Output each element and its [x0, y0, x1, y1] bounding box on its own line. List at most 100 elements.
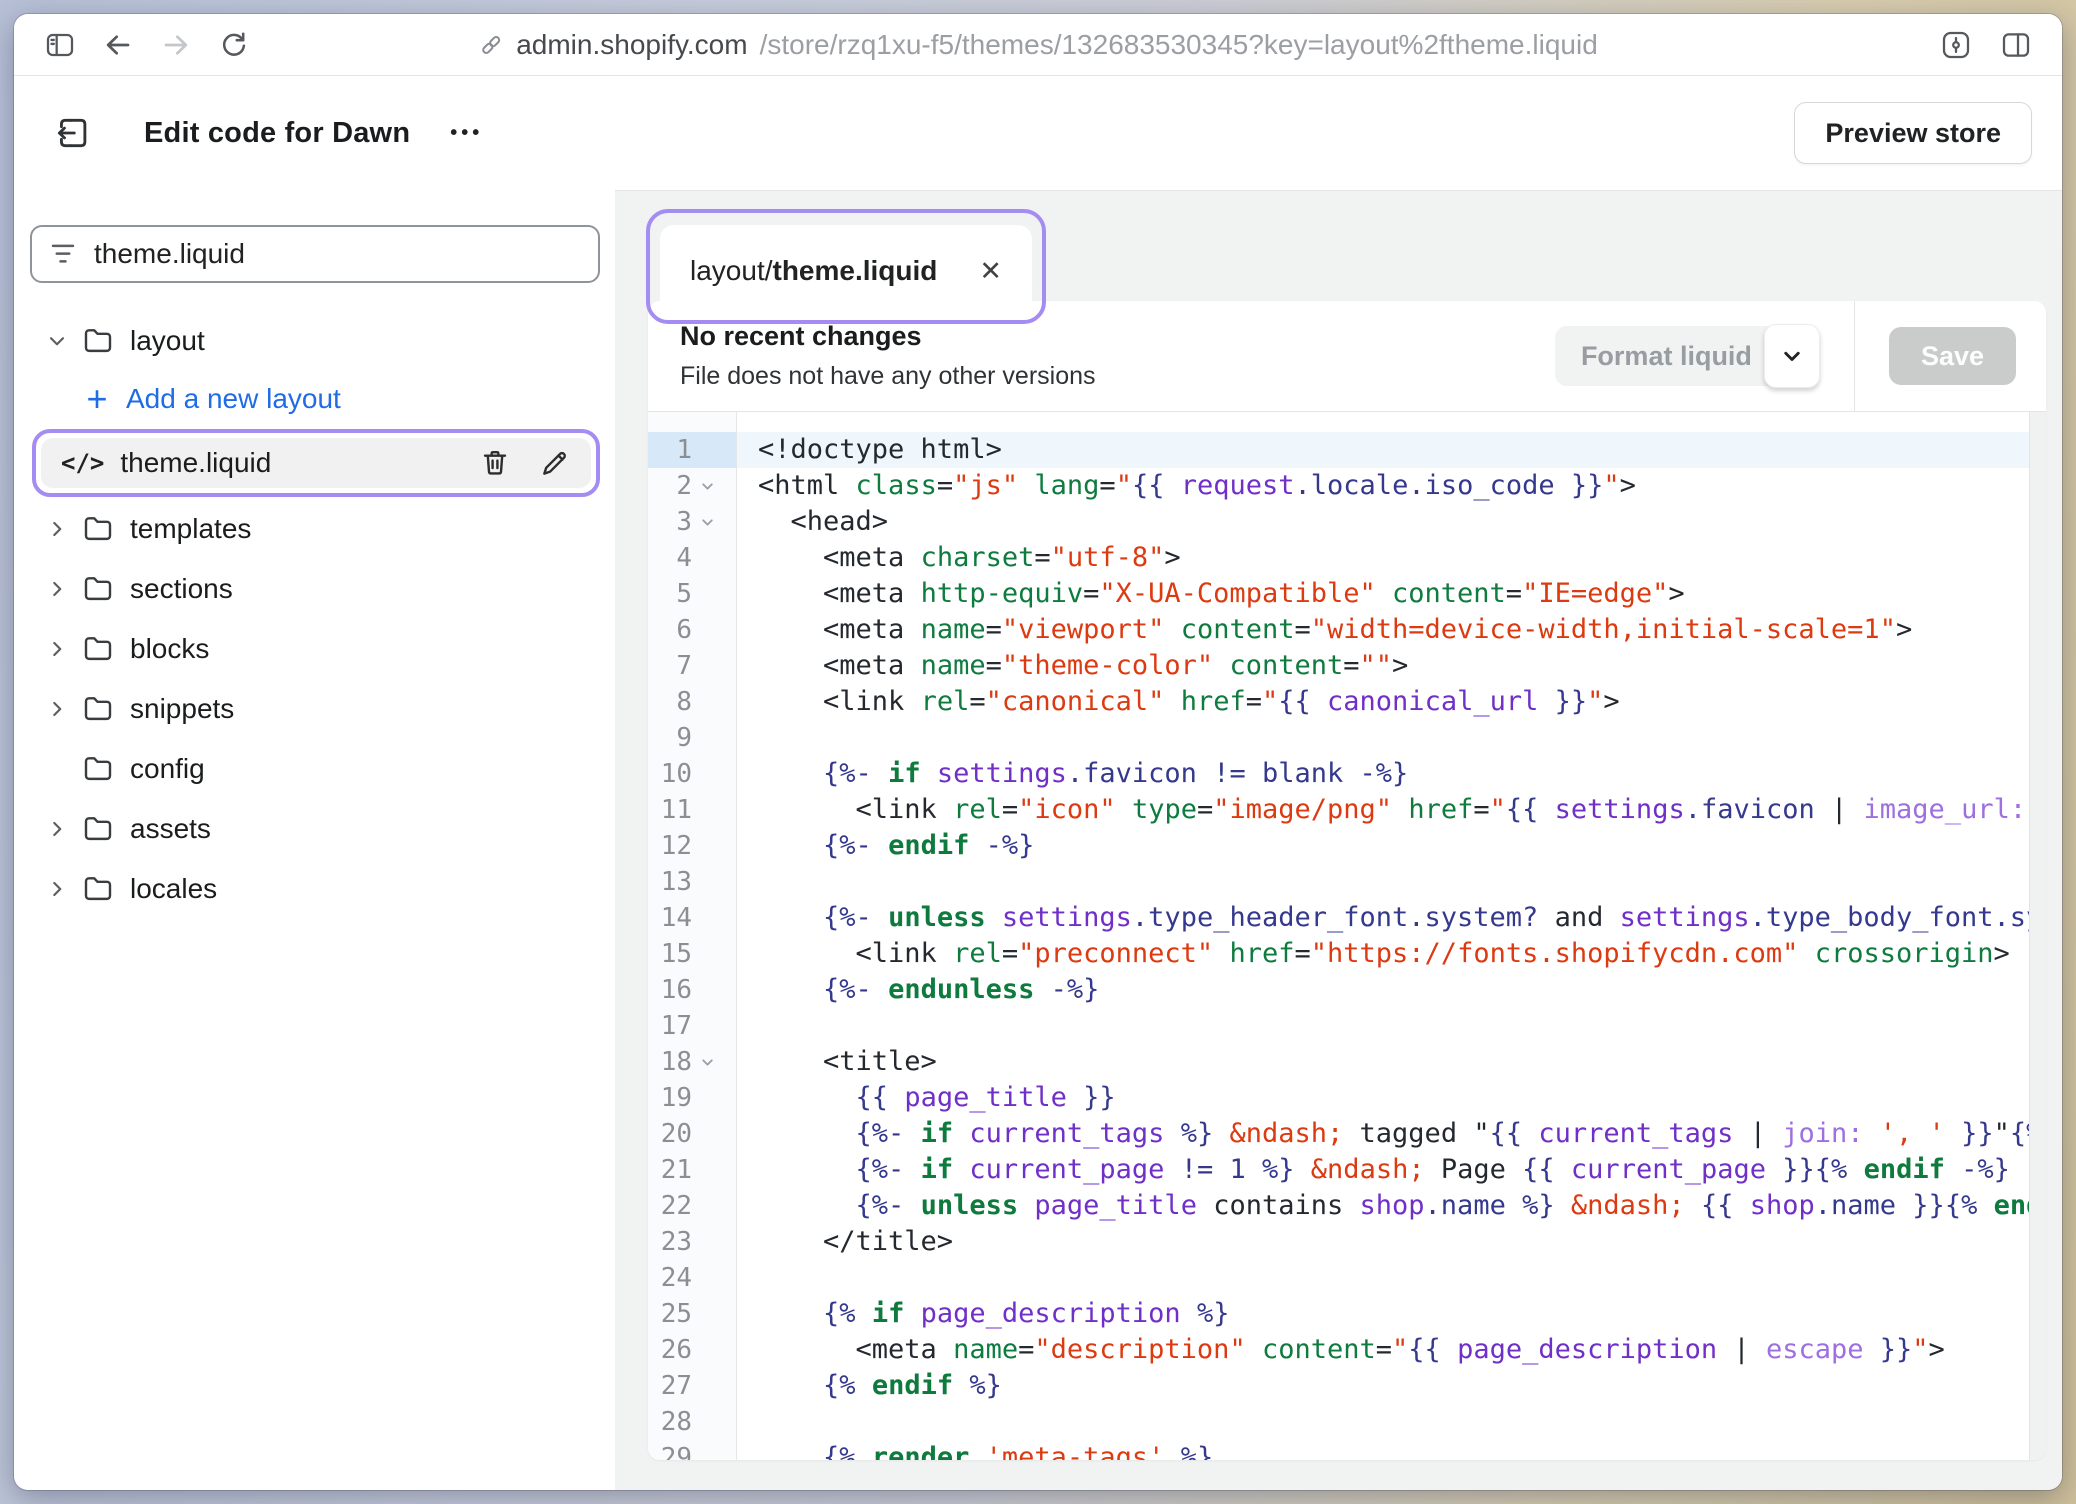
- gutter-line-24: 24: [648, 1260, 736, 1296]
- code-line-29[interactable]: {% render 'meta-tags' %}: [737, 1440, 2046, 1460]
- gutter-line-3: 3: [648, 504, 736, 540]
- line-number: 2: [648, 471, 692, 501]
- chevron-right-icon[interactable]: [44, 636, 70, 662]
- gutter-line-29: 29: [648, 1440, 736, 1460]
- code-line-12[interactable]: {%- endif -%}: [737, 828, 2046, 864]
- reload-icon[interactable]: [218, 29, 250, 61]
- code-line-20[interactable]: {%- if current_tags %} &ndash; tagged "{…: [737, 1116, 2046, 1152]
- code-line-6[interactable]: <meta name="viewport" content="width=dev…: [737, 612, 2046, 648]
- sidebar-toggle-icon[interactable]: [44, 29, 76, 61]
- add-new-layout-link[interactable]: +Add a new layout: [30, 371, 600, 427]
- code-line-18[interactable]: <title>: [737, 1044, 2046, 1080]
- code-line-5[interactable]: <meta http-equiv="X-UA-Compatible" conte…: [737, 576, 2046, 612]
- folder-icon: [82, 693, 114, 725]
- code-line-22[interactable]: {%- unless page_title contains shop.name…: [737, 1188, 2046, 1224]
- chevron-down-icon[interactable]: [44, 328, 70, 354]
- close-icon[interactable]: ✕: [979, 256, 1002, 287]
- url-domain: admin.shopify.com: [516, 29, 747, 61]
- sidebar-item-layout[interactable]: layout: [30, 311, 600, 371]
- chevron-right-icon[interactable]: [44, 516, 70, 542]
- pencil-icon[interactable]: [539, 447, 571, 479]
- save-button[interactable]: Save: [1889, 327, 2016, 385]
- chevron-down-icon: [1777, 341, 1807, 371]
- address-bar[interactable]: admin.shopify.com/store/rzq1xu-f5/themes…: [478, 29, 1598, 61]
- code-line-24[interactable]: [737, 1260, 2046, 1296]
- split-view-icon[interactable]: [2000, 29, 2032, 61]
- gutter-line-28: 28: [648, 1404, 736, 1440]
- exit-editor-icon[interactable]: [54, 114, 92, 152]
- code-line-2[interactable]: <html class="js" lang="{{ request.locale…: [737, 468, 2046, 504]
- fold-chevron-icon[interactable]: [692, 478, 722, 495]
- folder-icon: [82, 753, 114, 785]
- code-line-8[interactable]: <link rel="canonical" href="{{ canonical…: [737, 684, 2046, 720]
- fold-chevron-icon[interactable]: [692, 1054, 722, 1071]
- fold-chevron-icon[interactable]: [692, 514, 722, 531]
- link-icon: [478, 32, 504, 58]
- line-number: 7: [648, 651, 692, 681]
- line-number-gutter: 1234567891011121314151617181920212223242…: [648, 412, 737, 1460]
- line-number: 9: [648, 723, 692, 753]
- editor-main-area: layout/theme.liquid ✕ No recent changes …: [615, 190, 2062, 1490]
- folder-icon: [82, 325, 114, 357]
- code-editor[interactable]: 1234567891011121314151617181920212223242…: [648, 412, 2046, 1460]
- file-search-box[interactable]: [30, 225, 600, 283]
- versions-title: No recent changes: [680, 321, 1096, 352]
- sidebar-item-config[interactable]: config: [30, 739, 600, 799]
- code-line-28[interactable]: [737, 1404, 2046, 1440]
- code-line-26[interactable]: <meta name="description" content="{{ pag…: [737, 1332, 2046, 1368]
- page-title: Edit code for Dawn: [144, 117, 410, 150]
- sidebar-item-blocks[interactable]: blocks: [30, 619, 600, 679]
- chevron-right-icon[interactable]: [44, 876, 70, 902]
- search-input[interactable]: [94, 238, 582, 270]
- chevron-right-icon[interactable]: [44, 576, 70, 602]
- forward-icon: [160, 29, 192, 61]
- format-liquid-split-button: Format liquid: [1555, 324, 1820, 388]
- code-line-9[interactable]: [737, 720, 2046, 756]
- code-line-27[interactable]: {% endif %}: [737, 1368, 2046, 1404]
- format-liquid-button[interactable]: Format liquid: [1555, 326, 1798, 386]
- code-line-7[interactable]: <meta name="theme-color" content="">: [737, 648, 2046, 684]
- sidebar-item-assets[interactable]: assets: [30, 799, 600, 859]
- versions-subtitle: File does not have any other versions: [680, 362, 1096, 391]
- chevron-right-icon[interactable]: [44, 816, 70, 842]
- tab-layout-theme-liquid[interactable]: layout/theme.liquid ✕: [660, 225, 1032, 317]
- code-line-19[interactable]: {{ page_title }}: [737, 1080, 2046, 1116]
- app-header: Edit code for Dawn ••• Preview store: [14, 76, 2062, 190]
- gutter-line-12: 12: [648, 828, 736, 864]
- format-liquid-dropdown-button[interactable]: [1764, 324, 1820, 388]
- more-options-icon[interactable]: •••: [450, 122, 483, 145]
- code-line-13[interactable]: [737, 864, 2046, 900]
- code-line-4[interactable]: <meta charset="utf-8">: [737, 540, 2046, 576]
- selected-file-highlight-ring: </>theme.liquid: [32, 429, 600, 497]
- gutter-line-2: 2: [648, 468, 736, 504]
- code-line-16[interactable]: {%- endunless -%}: [737, 972, 2046, 1008]
- code-line-15[interactable]: <link rel="preconnect" href="https://fon…: [737, 936, 2046, 972]
- code-line-21[interactable]: {%- if current_page != 1 %} &ndash; Page…: [737, 1152, 2046, 1188]
- line-number: 22: [648, 1191, 692, 1221]
- chevron-right-icon[interactable]: [44, 696, 70, 722]
- code-line-11[interactable]: <link rel="icon" type="image/png" href="…: [737, 792, 2046, 828]
- sidebar-item-locales[interactable]: locales: [30, 859, 600, 919]
- code-line-14[interactable]: {%- unless settings.type_header_font.sys…: [737, 900, 2046, 936]
- sidebar-item-templates[interactable]: templates: [30, 499, 600, 559]
- preview-store-button[interactable]: Preview store: [1794, 102, 2032, 164]
- editor-scrollbar[interactable]: [2029, 412, 2046, 1460]
- sidebar-item-sections[interactable]: sections: [30, 559, 600, 619]
- code-line-25[interactable]: {% if page_description %}: [737, 1296, 2046, 1332]
- gutter-line-20: 20: [648, 1116, 736, 1152]
- code-line-3[interactable]: <head>: [737, 504, 2046, 540]
- browser-toolbar: admin.shopify.com/store/rzq1xu-f5/themes…: [14, 14, 2062, 76]
- sidebar-item-theme-liquid[interactable]: </>theme.liquid: [41, 438, 591, 488]
- versions-info: No recent changes File does not have any…: [680, 321, 1096, 391]
- code-line-1[interactable]: <!doctype html>: [737, 432, 2046, 468]
- code-line-10[interactable]: {%- if settings.favicon != blank -%}: [737, 756, 2046, 792]
- trash-icon[interactable]: [479, 447, 511, 479]
- code-content[interactable]: <!doctype html><html class="js" lang="{{…: [737, 412, 2046, 1460]
- back-icon[interactable]: [102, 29, 134, 61]
- sidebar-item-snippets[interactable]: snippets: [30, 679, 600, 739]
- code-line-23[interactable]: </title>: [737, 1224, 2046, 1260]
- line-number: 23: [648, 1227, 692, 1257]
- line-number: 20: [648, 1119, 692, 1149]
- page-settings-icon[interactable]: [1940, 29, 1972, 61]
- code-line-17[interactable]: [737, 1008, 2046, 1044]
